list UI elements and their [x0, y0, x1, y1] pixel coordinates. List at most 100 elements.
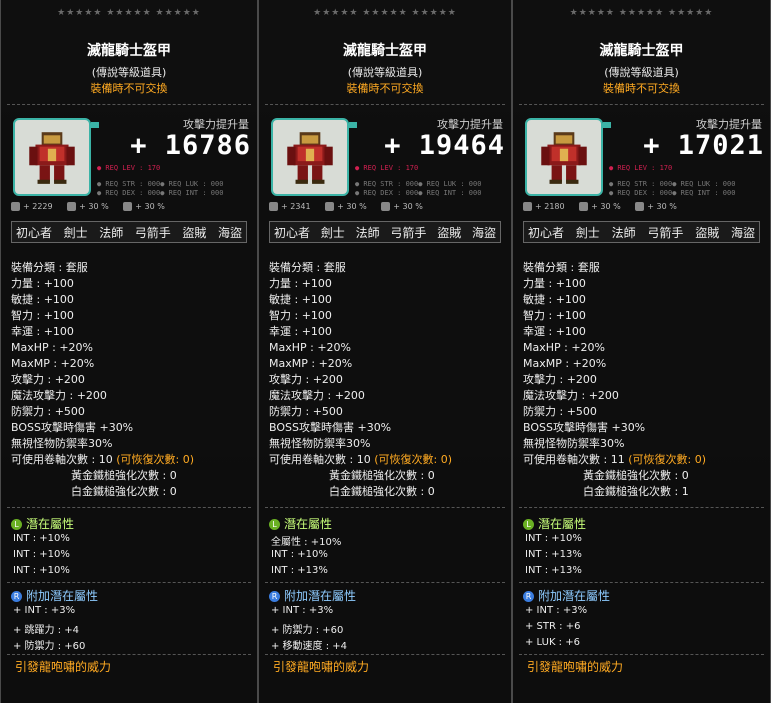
stat-maxhp: MaxHP : +20% — [11, 341, 94, 354]
item-grade: (傳說等級道具) — [347, 66, 423, 79]
boss-icon — [325, 202, 335, 211]
potential-header: L 潛在屬性 — [269, 515, 332, 532]
scroll-slots-label: 可使用卷軸次數 : 10 — [269, 453, 371, 466]
stat-maxmp: MaxMP : +20% — [523, 357, 607, 370]
bonus-potential-line: + 移動速度 : +4 — [271, 641, 348, 652]
potential-header: L 潛在屬性 — [11, 515, 74, 532]
potential-line: INT : +10% — [525, 533, 582, 544]
item-icon — [525, 118, 611, 196]
item-description: 引發龍咆嘯的威力 — [527, 660, 624, 674]
job-thief: 盜賊 — [695, 225, 720, 240]
divider — [265, 582, 505, 583]
stat-ignore-defense: 無視怪物防禦率30% — [269, 437, 371, 450]
req-dex-int: ● REQ DEX : 000● REQ INT : 000 — [609, 189, 736, 197]
stat-maxhp: MaxHP : +20% — [523, 341, 606, 354]
scroll-slots: 可使用卷軸次數 : 10 (可恢復次數: 0) — [11, 452, 253, 468]
req-str-luk: ● REQ STR : 000● REQ LUK : 000 — [97, 180, 224, 188]
req-level: ● REQ LEV : 170 — [609, 164, 673, 172]
divider — [265, 507, 505, 508]
bonus-potential-line: + STR : +6 — [525, 621, 581, 632]
star-force-stars: ★★★★★ ★★★★★ ★★★★★ — [57, 8, 201, 18]
item-tooltip-1: ★★★★★ ★★★★★ ★★★★★ 滅龍騎士盔甲 (傳說等級道具) 裝備時不可交… — [0, 0, 258, 703]
divider — [7, 104, 251, 105]
stat-str: 力量 : +100 — [523, 277, 586, 290]
req-level: ● REQ LEV : 170 — [355, 164, 419, 172]
bonus-value: + 2180 — [535, 202, 565, 211]
bonus-potential-icon: R — [523, 591, 534, 602]
armor-icon — [287, 132, 333, 184]
job-beginner: 初心者 — [528, 225, 565, 240]
potential-header-label: 潛在屬性 — [26, 517, 75, 531]
stat-attack: 攻擊力 : +200 — [269, 373, 343, 386]
untradable-notice: 裝備時不可交換 — [346, 82, 424, 95]
job-pirate: 海盜 — [730, 225, 755, 240]
item-name: 滅龍騎士盔甲 — [87, 43, 171, 59]
armor-icon — [29, 132, 75, 184]
stat-luk: 幸運 : +100 — [269, 325, 332, 338]
stat-magic-attack: 魔法攻擊力 : +200 — [523, 389, 619, 402]
stat-magic-attack: 魔法攻擊力 : +200 — [11, 389, 107, 402]
bonus-potential-header-label: 附加潛在屬性 — [284, 589, 357, 603]
scroll-slots: 可使用卷軸次數 : 10 (可恢復次數: 0) — [269, 452, 507, 468]
stat-magic-attack: 魔法攻擊力 : +200 — [269, 389, 365, 402]
item-tooltip-3: ★★★★★ ★★★★★ ★★★★★ 滅龍騎士盔甲 (傳說等級道具) 裝備時不可交… — [512, 0, 771, 703]
bonus-stats-bar: + 2180 + 30 % + 30 % — [523, 202, 764, 216]
bonus-potential-line: + 跳躍力 : +4 — [13, 625, 80, 636]
bonus-value: + 30 % — [135, 202, 165, 211]
job-warrior: 劍士 — [63, 225, 88, 240]
armor-icon — [541, 132, 587, 184]
stat-category: 裝備分類 : 套服 — [11, 261, 88, 274]
stat-attack: 攻擊力 : +200 — [523, 373, 597, 386]
potential-icon: L — [11, 519, 22, 530]
scroll-recover: (可恢復次數: 0) — [374, 453, 452, 466]
divider — [519, 582, 764, 583]
req-level: ● REQ LEV : 170 — [97, 164, 161, 172]
stat-str: 力量 : +100 — [11, 277, 74, 290]
req-dex-int: ● REQ DEX : 000● REQ INT : 000 — [97, 189, 224, 197]
untradable-notice: 裝備時不可交換 — [603, 82, 680, 95]
gold-hammer-count: 黃金鐵槌強化次數 : 0 — [329, 469, 435, 482]
req-dex-int: ● REQ DEX : 000● REQ INT : 000 — [355, 189, 482, 197]
potential-line: INT : +10% — [13, 533, 70, 544]
item-grade: (傳說等級道具) — [91, 66, 167, 79]
star-force-stars: ★★★★★ ★★★★★ ★★★★★ — [313, 8, 457, 18]
bonus-value: + 2341 — [281, 202, 311, 211]
stat-attack: 攻擊力 : +200 — [11, 373, 85, 386]
job-beginner: 初心者 — [274, 225, 311, 240]
gold-hammer-count: 黃金鐵槌強化次數 : 0 — [71, 469, 177, 482]
potential-header: L 潛在屬性 — [523, 515, 586, 532]
bonus-potential-header: R 附加潛在屬性 — [269, 587, 356, 604]
item-stats: 裝備分類 : 套服 力量 : +100 敏捷 : +100 智力 : +100 … — [269, 260, 507, 500]
job-requirements: 初心者 劍士 法師 弓箭手 盜賊 海盜 — [523, 221, 760, 243]
item-name: 滅龍騎士盔甲 — [343, 43, 427, 59]
stat-boss-damage: BOSS攻擊時傷害 +30% — [523, 421, 646, 434]
stat-dex: 敏捷 : +100 — [11, 293, 74, 306]
divider — [265, 104, 505, 105]
stat-maxhp: MaxHP : +20% — [269, 341, 352, 354]
scroll-recover: (可恢復次數: 0) — [628, 453, 706, 466]
job-pirate: 海盜 — [217, 225, 242, 240]
bookmark-icon — [91, 122, 99, 128]
item-stats: 裝備分類 : 套服 力量 : +100 敏捷 : +100 智力 : +100 … — [523, 260, 766, 500]
stat-category: 裝備分類 : 套服 — [269, 261, 346, 274]
job-bowman: 弓箭手 — [390, 225, 427, 240]
divider — [519, 104, 764, 105]
job-thief: 盜賊 — [437, 225, 462, 240]
stat-ignore-defense: 無視怪物防禦率30% — [11, 437, 113, 450]
bonus-potential-line: + INT : +3% — [271, 605, 334, 616]
bonus-value: + 30 % — [337, 202, 367, 211]
divider — [7, 582, 251, 583]
job-thief: 盜賊 — [182, 225, 207, 240]
stat-int: 智力 : +100 — [523, 309, 586, 322]
attack-increase-value: + 17021 — [643, 130, 764, 161]
gold-hammer-count: 黃金鐵槌強化次數 : 0 — [583, 469, 689, 482]
divider — [519, 654, 764, 655]
potential-line: 全屬性 : +10% — [271, 537, 342, 548]
stat-luk: 幸運 : +100 — [11, 325, 74, 338]
shield-icon — [635, 202, 645, 211]
bonus-potential-icon: R — [269, 591, 280, 602]
job-pirate: 海盜 — [471, 225, 496, 240]
potential-header-label: 潛在屬性 — [284, 517, 333, 531]
bonus-potential-header-label: 附加潛在屬性 — [26, 589, 99, 603]
job-bowman: 弓箭手 — [134, 225, 171, 240]
